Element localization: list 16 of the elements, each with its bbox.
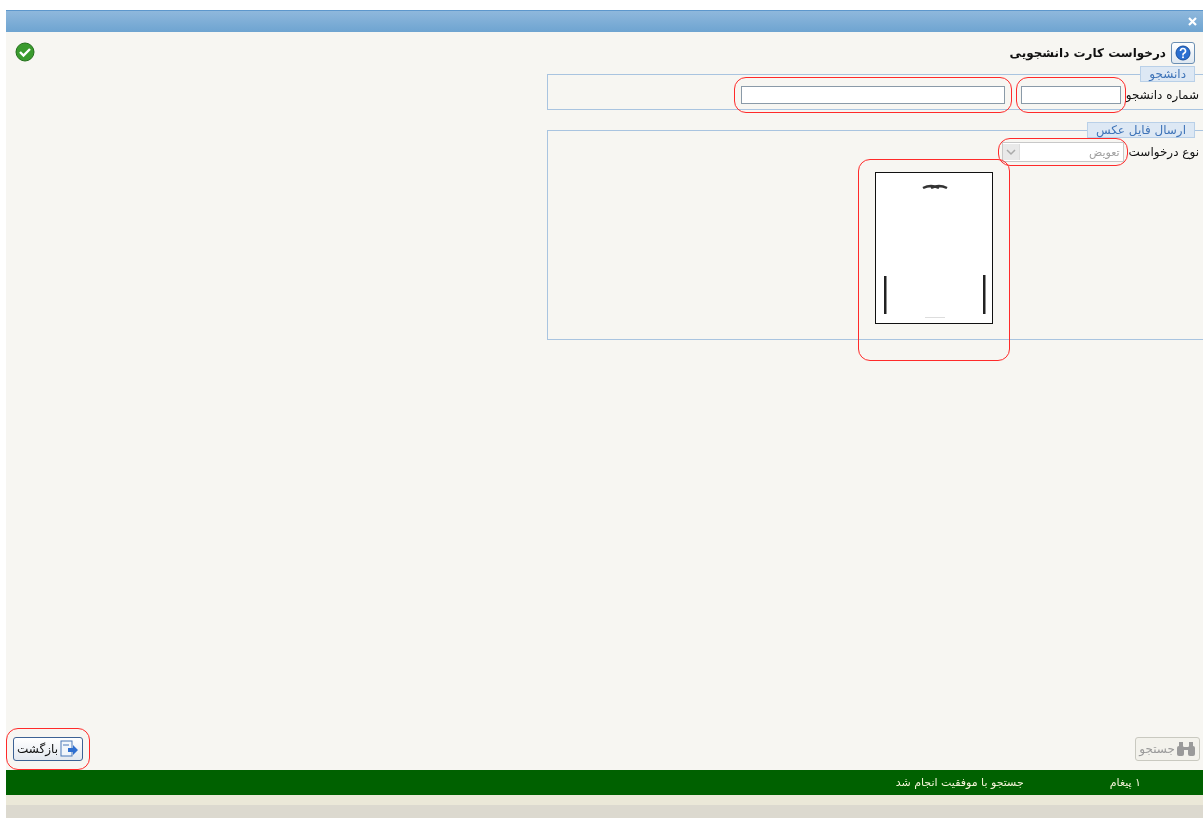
- close-icon[interactable]: [1188, 17, 1197, 26]
- section-legend: دانشجو: [1140, 66, 1195, 82]
- back-button[interactable]: بازگشت: [13, 737, 83, 761]
- status-message: جستجو با موفقیت انجام شد: [895, 776, 1024, 789]
- student-number-field[interactable]: [1020, 86, 1121, 104]
- field-label: نوع درخواست: [1128, 145, 1199, 159]
- section-legend: ارسال فایل عکس: [1086, 122, 1195, 138]
- document-arrow-icon: [59, 740, 79, 758]
- check-icon: [15, 42, 35, 62]
- binoculars-icon: [1176, 741, 1196, 757]
- page-title: درخواست کارت دانشجویی: [1009, 46, 1166, 60]
- help-icon: [1175, 45, 1191, 61]
- caret-icon: [1002, 144, 1020, 160]
- help-button[interactable]: [1171, 42, 1195, 64]
- student-name-field[interactable]: [740, 86, 1005, 104]
- message-count: ۱ پیغام: [1109, 776, 1141, 789]
